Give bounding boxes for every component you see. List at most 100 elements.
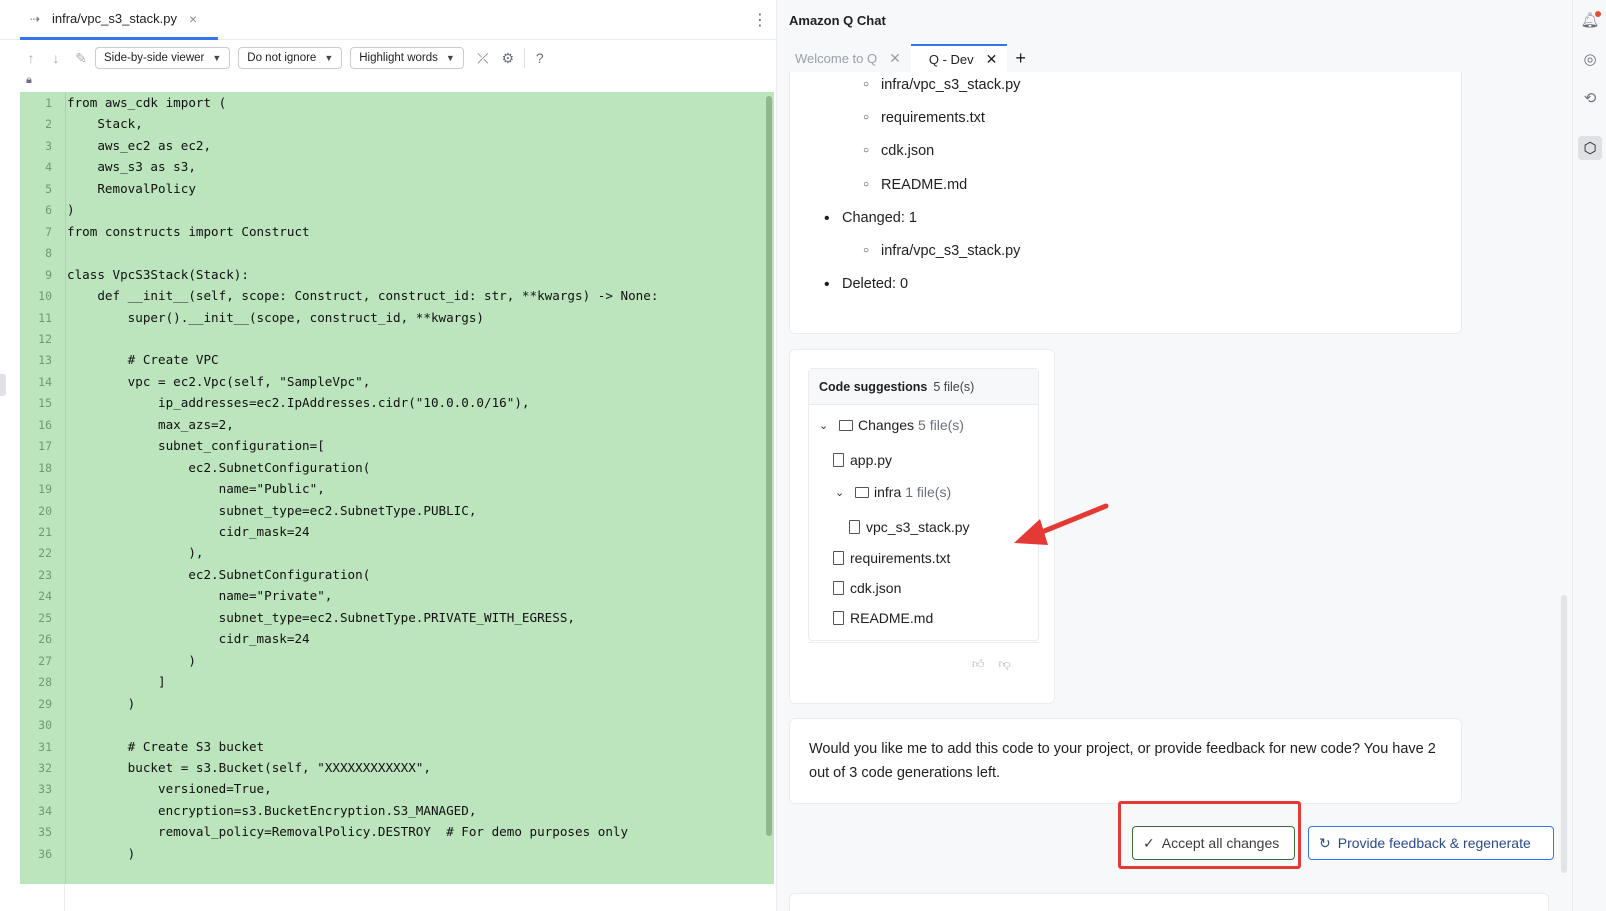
python-console-icon[interactable]: ⟲ [1578,86,1602,110]
line-number: 24 [38,589,52,604]
list-item: README.md [863,177,967,193]
line-number: 3 [45,138,52,153]
code-line: 26 cidr_mask=24 [20,628,774,650]
caret-down-icon: ▼ [324,53,334,63]
code-line: 18 ec2.SubnetConfiguration( [20,457,774,479]
tree-file-cdk-json[interactable]: cdk.json [833,577,901,599]
code-line: 9 class VpcS3Stack(Stack): [20,264,774,286]
card-divider [808,642,1039,643]
code-view[interactable]: 1 from aws_cdk import (2 Stack, 3 aws_ec2 … [20,92,774,884]
check-icon: ✓ [1143,834,1155,851]
code-line: 5 RemovalPolicy [20,178,774,200]
line-code: ) [67,695,136,711]
line-code: subnet_type=ec2.SubnetType.PUBLIC, [67,502,477,518]
line-number: 27 [38,653,52,668]
line-code: ), [67,545,204,561]
code-line: 29 ) [20,693,774,715]
line-number: 30 [38,718,52,733]
code-line: 10 def __init__(self, scope: Construct, … [20,285,774,307]
line-code: Stack, [67,116,143,132]
gear-icon[interactable]: ⚙ [497,47,519,69]
tree-file-app[interactable]: app.py [833,449,892,471]
ignore-mode-dropdown[interactable]: Do not ignore ▼ [238,47,343,69]
amazon-q-chat-panel: Amazon Q Chat Welcome to Q ✕ Q - Dev ✕ +… [777,0,1572,911]
vertical-scrollbar[interactable] [766,96,772,836]
help-icon[interactable]: ? [529,47,551,69]
file-icon [833,581,844,595]
line-code: cidr_mask=24 [67,631,310,647]
viewer-mode-dropdown[interactable]: Side-by-side viewer ▼ [95,47,231,69]
toolbar-separator [523,48,525,68]
question-text: Would you like me to add this code to yo… [809,741,1436,781]
line-number: 6 [45,203,52,218]
panel-resize-handle[interactable] [0,374,6,396]
folder-icon [839,419,853,431]
tree-folder-changes[interactable]: ⌄ Changes 5 file(s) [819,414,964,436]
arrow-up-icon[interactable]: ↑ [20,47,42,69]
close-icon[interactable]: ✕ [889,50,901,67]
code-line: 22 ), [20,542,774,564]
line-code: vpc = ec2.Vpc(self, "SampleVpc", [67,373,371,389]
code-line: 2 Stack, [20,113,774,135]
code-line: 15 ip_addresses=ec2.IpAddresses.cidr("10… [20,392,774,414]
more-options-icon[interactable]: ⋮ [752,10,768,30]
code-line: 24 name="Private", [20,585,774,607]
feedback-icons: 👍︎ 👎︎ [972,657,1011,672]
tab-q-dev[interactable]: Q - Dev ✕ [910,44,1008,72]
tab-welcome[interactable]: Welcome to Q ✕ [777,44,911,72]
tree-file-readme[interactable]: README.md [833,607,933,629]
code-line: 8 [20,242,774,264]
line-number: 15 [38,396,52,411]
line-number: 13 [38,353,52,368]
code-line: 36 ) [20,843,774,865]
line-code: RemovalPolicy [67,180,196,196]
line-code: name="Public", [67,481,325,497]
line-number: 12 [38,331,52,346]
line-number: 31 [38,739,52,754]
line-number: 20 [38,503,52,518]
add-tab-icon[interactable]: + [1015,48,1026,69]
amazon-q-icon[interactable]: ⬡ [1578,136,1602,160]
file-icon [833,551,844,565]
line-code: subnet_type=ec2.SubnetType.PRIVATE_WITH_… [67,609,575,625]
lock-icon: 🔒︎ [26,74,32,86]
chat-scrollbar[interactable] [1561,595,1567,873]
file-tab[interactable]: ⇢ infra/vpc_s3_stack.py × [20,0,218,40]
code-line: 7 from constructs import Construct [20,221,774,243]
line-code: max_azs=2, [67,416,234,432]
notifications-icon[interactable]: 🔔︎ [1578,8,1602,32]
line-number: 19 [38,482,52,497]
thumbs-down-icon[interactable]: 👎︎ [999,657,1011,672]
line-number: 11 [38,310,52,325]
line-number: 23 [38,567,52,582]
refresh-icon: ↻ [1319,834,1331,851]
line-code: def __init__(self, scope: Construct, con… [67,288,659,304]
tree-folder-infra[interactable]: ⌄ infra 1 file(s) [835,481,951,503]
pencil-icon[interactable]: ✎ [70,47,92,69]
highlight-mode-dropdown[interactable]: Highlight words ▼ [350,47,464,69]
code-line: 33 versioned=True, [20,778,774,800]
code-line: 30 [20,714,774,736]
chat-input[interactable] [789,893,1549,911]
provide-feedback-regenerate-button[interactable]: ↻ Provide feedback & regenerate [1308,826,1554,860]
tree-file-requirements[interactable]: requirements.txt [833,547,950,569]
line-number: 21 [38,525,52,539]
code-line: 11 super().__init__(scope, construct_id,… [20,307,774,329]
thumbs-up-icon[interactable]: 👍︎ [972,657,985,672]
code-line: 31 # Create S3 bucket [20,736,774,758]
accept-all-changes-button[interactable]: ✓ Accept all changes [1132,826,1295,860]
diff-editor: ⇢ infra/vpc_s3_stack.py × ⋮ ↑ ↓ ✎ Side-b… [0,0,776,911]
arrow-down-icon[interactable]: ↓ [45,47,67,69]
line-number: 4 [45,160,52,175]
tree-file-vpc-s3-stack[interactable]: vpc_s3_stack.py [849,516,970,538]
collapse-icon[interactable]: ⤫ [472,47,494,69]
close-icon[interactable]: ✕ [986,51,998,68]
close-icon[interactable]: × [189,11,197,27]
line-code: bucket = s3.Bucket(self, "XXXXXXXXXXXX", [67,759,431,775]
editor-tab-bar: ⇢ infra/vpc_s3_stack.py × ⋮ [0,0,776,40]
file-icon [849,520,860,534]
ai-assistant-icon[interactable]: ◎ [1578,47,1602,71]
code-line: 12 [20,328,774,350]
line-code: ) [67,652,196,668]
code-line: 21 cidr_mask=24 [20,521,774,543]
